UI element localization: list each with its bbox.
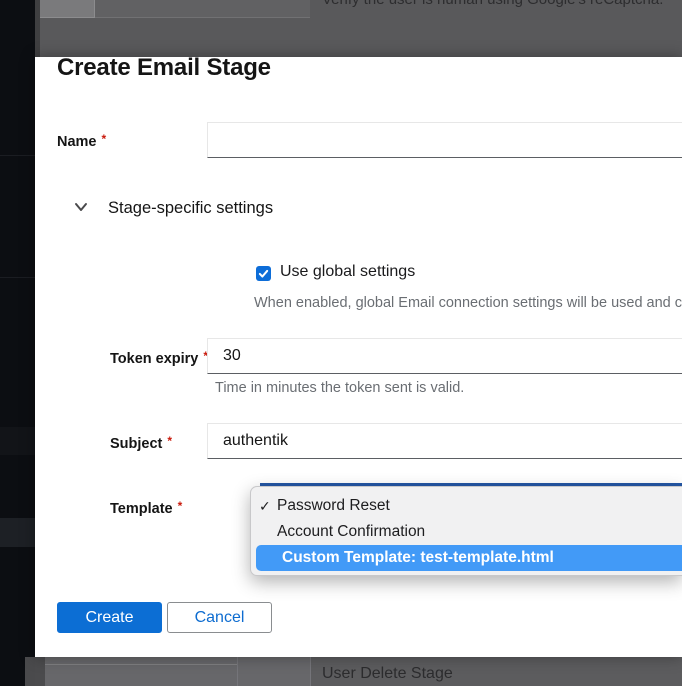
template-select-popup: ✓ Password Reset Account Confirmation Cu… bbox=[250, 486, 682, 576]
sidebar-section bbox=[0, 427, 35, 455]
option-password-reset[interactable]: ✓ Password Reset bbox=[251, 493, 682, 519]
dimmed-background-top: Verify the user is human using Google's … bbox=[35, 0, 682, 57]
selected-check-icon: ✓ bbox=[259, 493, 277, 519]
create-button[interactable]: Create bbox=[57, 602, 162, 633]
name-input[interactable] bbox=[207, 122, 682, 158]
chevron-down-icon[interactable] bbox=[73, 201, 89, 213]
sidebar-divider bbox=[0, 155, 35, 156]
cancel-button[interactable]: Cancel bbox=[167, 602, 272, 633]
app-sidebar bbox=[0, 0, 35, 686]
subject-input[interactable] bbox=[207, 423, 682, 459]
token-expiry-label: Token expiry* bbox=[110, 349, 208, 367]
use-global-settings-checkbox[interactable] bbox=[256, 266, 271, 281]
name-label: Name* bbox=[57, 132, 106, 150]
background-gutter bbox=[35, 657, 45, 686]
sidebar-section bbox=[0, 518, 35, 547]
checkbox-check-icon bbox=[258, 268, 269, 279]
required-asterisk: * bbox=[178, 499, 183, 513]
use-global-settings-help: When enabled, global Email connection se… bbox=[254, 295, 682, 311]
background-table-cell bbox=[95, 0, 310, 18]
background-table-cell bbox=[45, 657, 310, 686]
section-header-stage-specific-settings[interactable]: Stage-specific settings bbox=[108, 199, 273, 218]
token-expiry-help: Time in minutes the token sent is valid. bbox=[215, 380, 464, 396]
token-expiry-input[interactable] bbox=[207, 338, 682, 374]
background-row-text: User Delete Stage bbox=[322, 665, 453, 683]
subject-label: Subject* bbox=[110, 434, 172, 452]
modal-title: Create Email Stage bbox=[57, 54, 271, 82]
required-asterisk: * bbox=[167, 434, 172, 448]
sidebar-footer bbox=[25, 657, 35, 686]
background-row-text: Verify the user is human using Google's … bbox=[322, 0, 663, 8]
required-asterisk: * bbox=[102, 132, 107, 146]
background-table-cell bbox=[40, 0, 95, 18]
screen: Verify the user is human using Google's … bbox=[0, 0, 682, 686]
dimmed-background-bottom: User Delete Stage bbox=[35, 657, 682, 686]
background-table-border bbox=[45, 664, 237, 665]
option-account-confirmation[interactable]: Account Confirmation bbox=[251, 519, 682, 545]
use-global-settings-label[interactable]: Use global settings bbox=[280, 263, 415, 281]
background-column-divider bbox=[310, 657, 311, 686]
template-label: Template* bbox=[110, 499, 182, 517]
option-custom-template[interactable]: Custom Template: test-template.html bbox=[256, 545, 682, 571]
background-column-divider bbox=[237, 657, 238, 686]
sidebar-divider bbox=[0, 277, 35, 278]
